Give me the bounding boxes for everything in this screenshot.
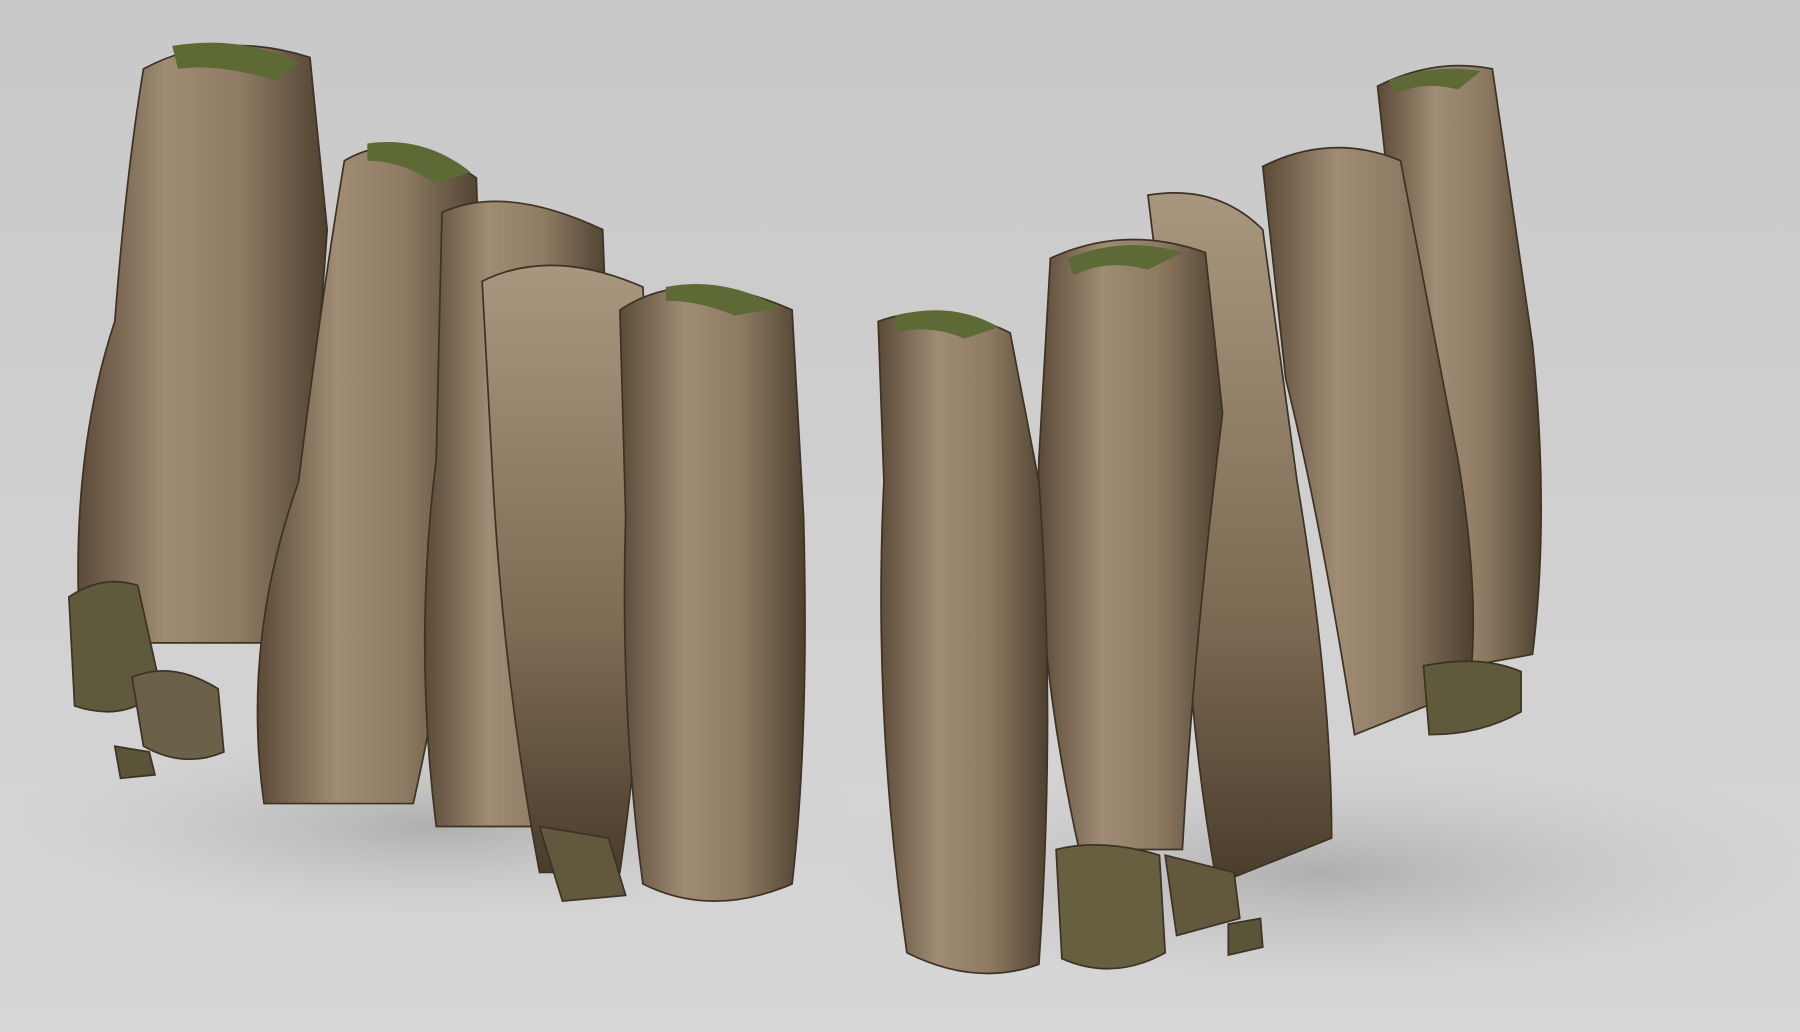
boulder: [1055, 844, 1167, 970]
rock-pillar: [619, 286, 806, 902]
rock-render-canvas: [0, 0, 1800, 1032]
rock-pillar: [877, 311, 1049, 975]
boulder: [131, 669, 225, 761]
boulder: [113, 745, 157, 780]
